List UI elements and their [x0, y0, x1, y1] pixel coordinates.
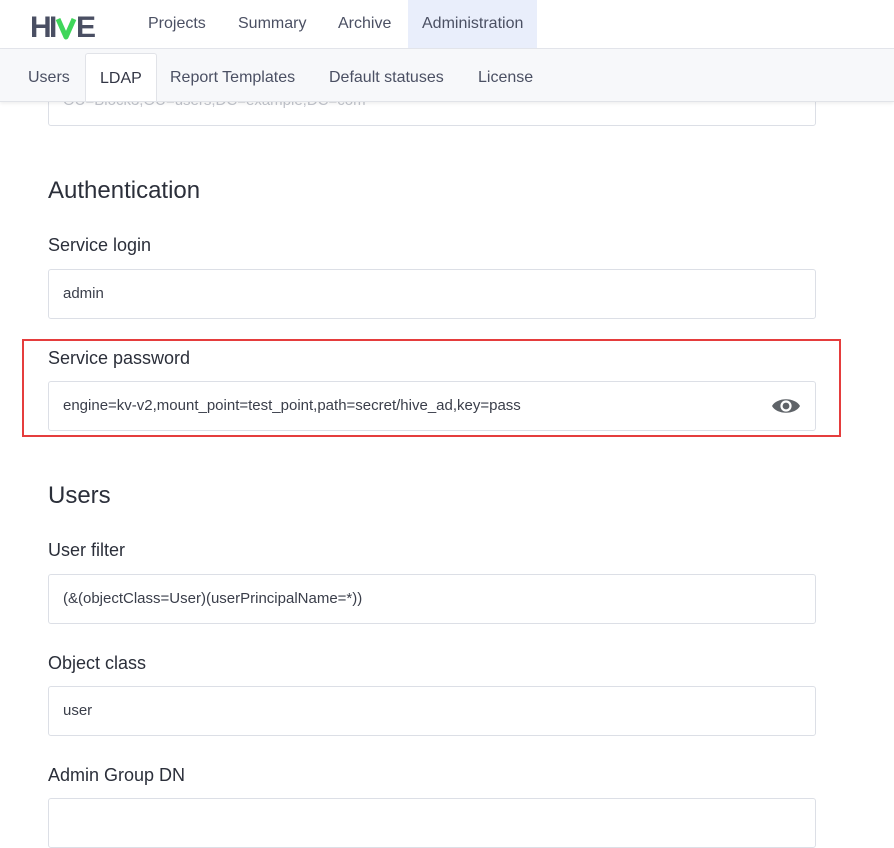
object-class-input[interactable]: user — [48, 686, 816, 736]
tab-license[interactable]: License — [464, 53, 547, 101]
nav-summary[interactable]: Summary — [224, 0, 320, 48]
object-class-label: Object class — [48, 653, 147, 673]
top-navigation: H I E Projects Summary Archive Administr… — [0, 0, 894, 49]
service-login-label: Service login — [48, 235, 152, 255]
admin-subnav: Users LDAP Report Templates Default stat… — [0, 49, 894, 102]
tab-ldap[interactable]: LDAP — [85, 53, 157, 101]
ldap-settings-form: OU=Block3,OU=users,DC=example,DC=com Aut… — [0, 0, 894, 848]
user-filter-label: User filter — [48, 540, 126, 560]
users-heading: Users — [48, 482, 111, 509]
service-login-input[interactable]: admin — [48, 269, 816, 319]
admin-group-dn-input[interactable] — [48, 798, 816, 848]
hive-logo[interactable]: H I E — [30, 9, 98, 41]
tab-users[interactable]: Users — [14, 53, 84, 101]
admin-group-dn-label: Admin Group DN — [48, 765, 186, 785]
highlight-box — [22, 339, 841, 437]
nav-projects[interactable]: Projects — [134, 0, 220, 48]
user-filter-input[interactable]: (&(objectClass=User)(userPrincipalName=*… — [48, 574, 816, 624]
svg-text:I: I — [49, 11, 57, 41]
tab-report-templates[interactable]: Report Templates — [156, 53, 309, 101]
authentication-heading: Authentication — [48, 177, 201, 204]
nav-archive[interactable]: Archive — [324, 0, 405, 48]
svg-text:E: E — [76, 11, 96, 41]
svg-text:H: H — [30, 11, 51, 41]
tab-default-statuses[interactable]: Default statuses — [315, 53, 458, 101]
nav-administration[interactable]: Administration — [408, 0, 538, 48]
